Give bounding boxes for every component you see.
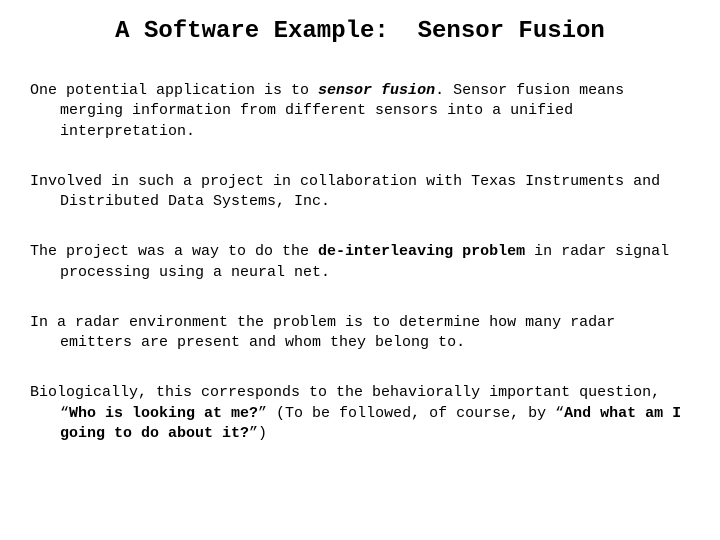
text: ”) — [249, 425, 267, 442]
paragraph-1: One potential application is to sensor f… — [30, 81, 690, 142]
slide-title: A Software Example: Sensor Fusion — [30, 18, 690, 45]
text: One potential application is to — [30, 82, 318, 99]
paragraph-3: The project was a way to do the de-inter… — [30, 242, 690, 283]
text: The project was a way to do the — [30, 243, 318, 260]
emphasis-sensor-fusion: sensor fusion — [318, 82, 435, 99]
paragraph-2: Involved in such a project in collaborat… — [30, 172, 690, 213]
paragraph-4: In a radar environment the problem is to… — [30, 313, 690, 354]
emphasis-question-1: Who is looking at me? — [69, 405, 258, 422]
text: ” (To be followed, of course, by “ — [258, 405, 564, 422]
paragraph-5: Biologically, this corresponds to the be… — [30, 383, 690, 444]
emphasis-deinterleaving: de-interleaving problem — [318, 243, 525, 260]
slide: A Software Example: Sensor Fusion One po… — [0, 0, 720, 494]
